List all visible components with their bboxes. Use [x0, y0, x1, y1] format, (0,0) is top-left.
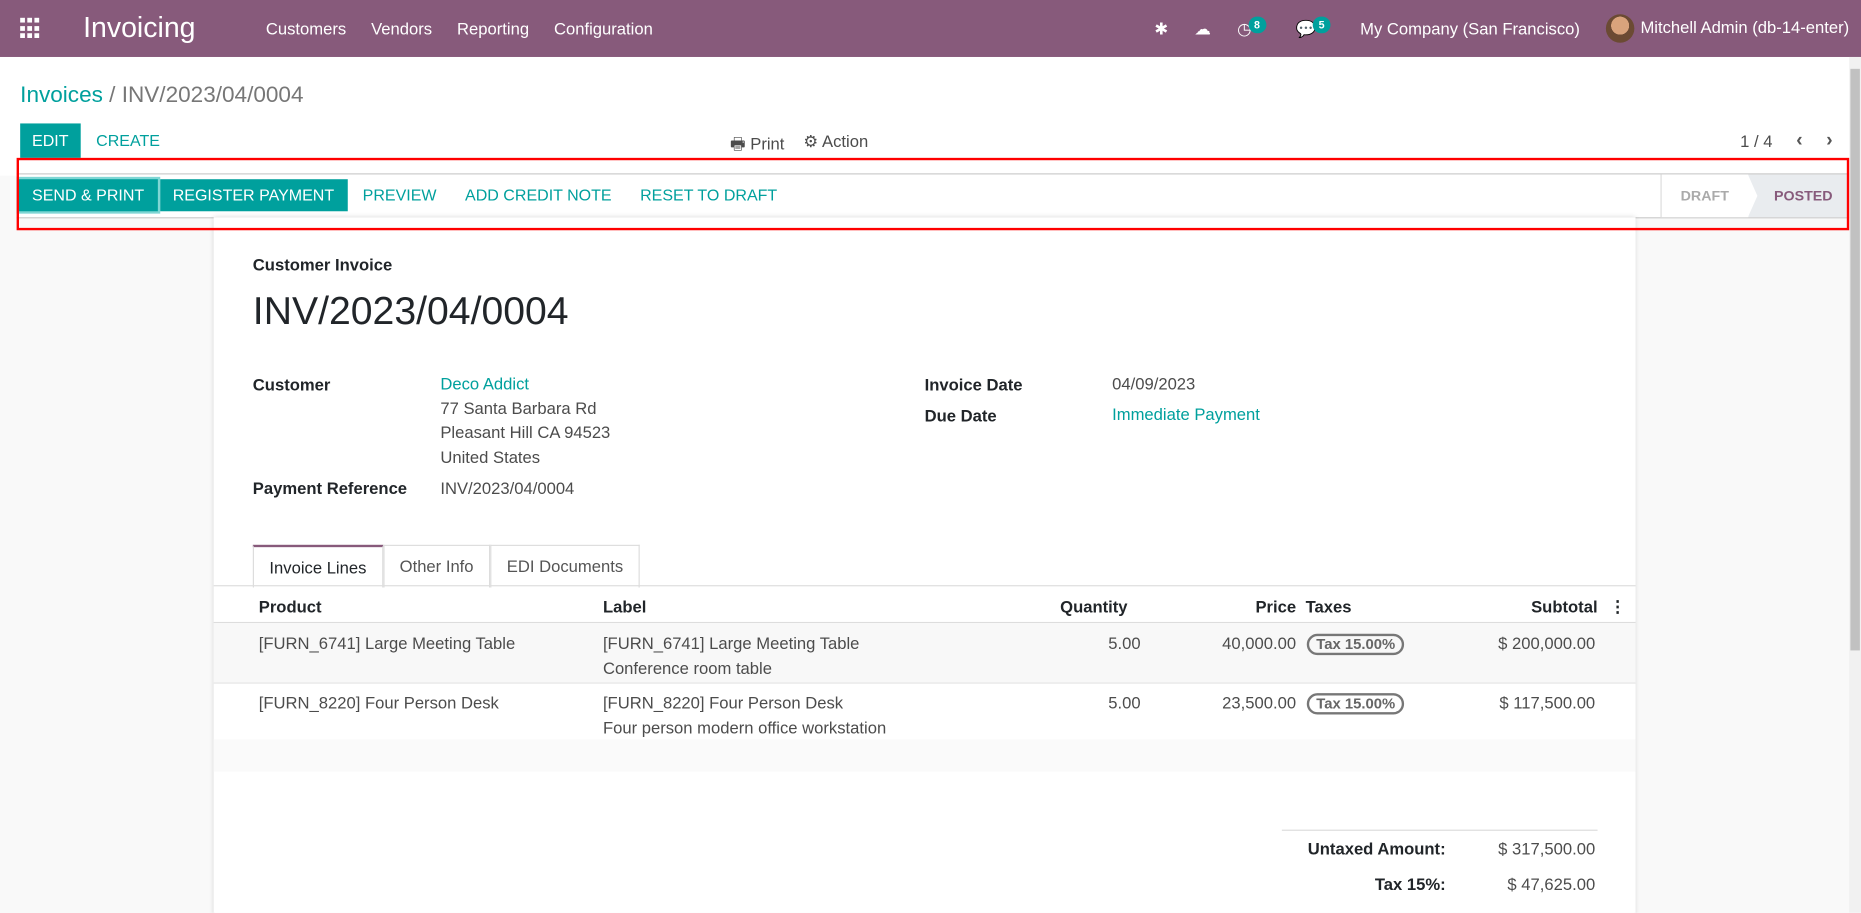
tab-edi-documents[interactable]: EDI Documents	[490, 544, 640, 588]
chevron-right-icon[interactable]: ›	[1826, 131, 1832, 152]
action-dropdown[interactable]: ⚙ Action	[803, 132, 868, 160]
line-price: 40,000.00	[1222, 633, 1297, 653]
invoice-number: INV/2023/04/0004	[252, 288, 569, 333]
payment-ref-label: Payment Reference	[252, 478, 408, 498]
cloud-icon[interactable]: ☁	[1194, 18, 1211, 38]
breadcrumb-current: INV/2023/04/0004	[121, 83, 304, 109]
col-label[interactable]: Label	[603, 595, 646, 620]
line-subtotal: $ 200,000.00	[1498, 633, 1596, 653]
tab-other-info[interactable]: Other Info	[383, 544, 491, 588]
avatar	[1606, 14, 1635, 43]
messages-icon[interactable]: 💬 5	[1296, 16, 1335, 38]
print-dropdown[interactable]: 🖶 Print	[730, 132, 784, 160]
status-posted: POSTED	[1747, 174, 1852, 218]
empty-row	[213, 739, 1636, 772]
col-quantity[interactable]: Quantity	[1060, 595, 1127, 620]
tax-badge: Tax 15.00%	[1306, 633, 1405, 656]
table-row[interactable]: [FURN_6741] Large Meeting Table [FURN_67…	[213, 623, 1636, 684]
line-product: [FURN_8220] Four Person Desk	[258, 693, 499, 713]
line-label: [FURN_6741] Large Meeting Table Conferenc…	[602, 633, 860, 678]
company-switcher[interactable]: My Company (San Francisco)	[1360, 19, 1580, 38]
messages-badge: 5	[1312, 16, 1331, 33]
app-title[interactable]: Invoicing	[83, 12, 195, 45]
tax-badge: Tax 15.00%	[1306, 693, 1405, 715]
invoice-date-label: Invoice Date	[924, 375, 1023, 395]
col-subtotal[interactable]: Subtotal	[1531, 595, 1597, 620]
column-options-icon[interactable]: ⋮	[1609, 595, 1626, 620]
table-header: Product Label Quantity Price Taxes Subto…	[213, 586, 1636, 624]
invoice-date-value: 04/09/2023	[1112, 373, 1196, 393]
line-quantity: 5.00	[1108, 693, 1141, 713]
send-print-button[interactable]: SEND & PRINT	[18, 179, 158, 212]
reset-to-draft-button[interactable]: RESET TO DRAFT	[627, 179, 790, 211]
menu-reporting[interactable]: Reporting	[457, 19, 529, 38]
status-draft: DRAFT	[1660, 174, 1748, 218]
user-menu[interactable]: Mitchell Admin (db-14-enter)	[1606, 14, 1850, 43]
payment-ref-value: INV/2023/04/0004	[440, 478, 575, 498]
customer-label: Customer	[252, 375, 331, 395]
activity-badge: 8	[1248, 16, 1266, 33]
add-credit-note-button[interactable]: ADD CREDIT NOTE	[452, 179, 625, 211]
menu-customers[interactable]: Customers	[266, 19, 346, 38]
preview-button[interactable]: PREVIEW	[350, 179, 450, 211]
address-line: 77 Santa Barbara Rd	[440, 398, 597, 418]
tab-invoice-lines[interactable]: Invoice Lines	[252, 544, 384, 588]
due-date-label: Due Date	[924, 405, 997, 425]
menu-configuration[interactable]: Configuration	[554, 19, 653, 38]
edit-button[interactable]: EDIT	[20, 123, 81, 158]
line-product: [FURN_6741] Large Meeting Table	[258, 633, 516, 653]
create-button[interactable]: CREATE	[84, 123, 172, 157]
line-quantity: 5.00	[1108, 633, 1141, 653]
gear-icon: ⚙	[803, 131, 823, 151]
col-price[interactable]: Price	[1255, 595, 1296, 620]
breadcrumb: Invoices / INV/2023/04/0004	[20, 83, 303, 109]
control-panel: Invoices / INV/2023/04/0004 EDIT CREATE …	[0, 56, 1861, 176]
action-label: Action	[822, 131, 869, 151]
breadcrumb-invoices[interactable]: Invoices	[20, 83, 103, 108]
untaxed-value: $ 317,500.00	[1498, 839, 1596, 859]
col-taxes[interactable]: Taxes	[1306, 595, 1352, 620]
address-line: Pleasant Hill CA 94523	[440, 422, 611, 442]
print-label: Print	[750, 134, 785, 154]
apps-menu-icon[interactable]	[20, 17, 41, 39]
activity-clock-icon[interactable]: ◷ 8	[1237, 16, 1269, 38]
debug-bug-icon[interactable]: ✱	[1154, 18, 1168, 38]
menu-vendors[interactable]: Vendors	[371, 19, 432, 38]
line-subtotal: $ 117,500.00	[1499, 693, 1596, 713]
top-navbar: Invoicing Customers Vendors Reporting Co…	[0, 0, 1861, 59]
customer-link[interactable]: Deco Addict	[440, 371, 610, 395]
line-label: [FURN_8220] Four Person Desk Four person …	[602, 693, 887, 738]
address-line: United States	[440, 446, 541, 466]
tax-value: $ 47,625.00	[1507, 874, 1596, 894]
line-price: 23,500.00	[1222, 693, 1297, 713]
pager-value[interactable]: 1 / 4	[1740, 132, 1772, 151]
untaxed-label: Untaxed Amount:	[1307, 839, 1446, 859]
register-payment-button[interactable]: REGISTER PAYMENT	[159, 179, 348, 212]
totals-divider	[1281, 829, 1598, 831]
chevron-left-icon[interactable]: ‹	[1796, 131, 1802, 152]
breadcrumb-separator: /	[109, 83, 116, 109]
printer-icon: 🖶	[729, 134, 751, 154]
invoice-sheet: Customer Invoice INV/2023/04/0004 Custom…	[213, 217, 1636, 913]
col-product[interactable]: Product	[259, 595, 322, 620]
statusbar: SEND & PRINT REGISTER PAYMENT PREVIEW AD…	[16, 173, 1852, 219]
due-date-value[interactable]: Immediate Payment	[1112, 402, 1260, 426]
scrollbar[interactable]	[1849, 56, 1861, 913]
user-name: Mitchell Admin (db-14-enter)	[1640, 17, 1850, 37]
invoice-type: Customer Invoice	[252, 255, 393, 275]
table-row[interactable]: [FURN_8220] Four Person Desk [FURN_8220]…	[214, 682, 1636, 741]
tax-label: Tax 15%:	[1374, 874, 1446, 894]
